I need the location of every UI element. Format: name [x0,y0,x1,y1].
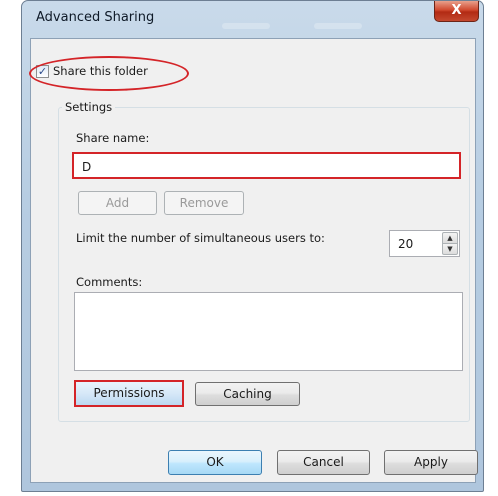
share-name-input[interactable]: D [72,152,461,179]
close-button[interactable]: X [434,1,479,22]
share-name-label: Share name: [76,131,150,145]
limit-users-label: Limit the number of simultaneous users t… [76,231,325,245]
comments-label: Comments: [76,275,143,289]
remove-button[interactable]: Remove [164,191,244,215]
title-bar-reflection [314,23,362,29]
title-bar[interactable]: Advanced Sharing X [22,1,483,37]
ok-button[interactable]: OK [168,450,262,475]
highlight-ellipse [29,56,189,91]
permissions-button[interactable]: Permissions [74,380,184,407]
user-limit-value[interactable]: 20 [398,237,413,251]
window-title: Advanced Sharing [36,10,155,25]
caching-button[interactable]: Caching [195,382,300,406]
share-name-value: D [82,160,92,174]
apply-button[interactable]: Apply [384,450,478,475]
chevron-down-icon: ▼ [447,245,453,253]
title-bar-reflection [222,23,270,29]
settings-group-label: Settings [62,100,116,114]
chevron-up-icon: ▲ [447,234,453,242]
close-icon: X [451,3,462,18]
user-limit-spinner[interactable]: 20 ▲ ▼ [389,230,460,257]
add-button[interactable]: Add [78,191,157,215]
comments-textarea[interactable] [74,292,463,371]
cancel-button[interactable]: Cancel [277,450,370,475]
spin-down-button[interactable]: ▼ [442,243,458,255]
